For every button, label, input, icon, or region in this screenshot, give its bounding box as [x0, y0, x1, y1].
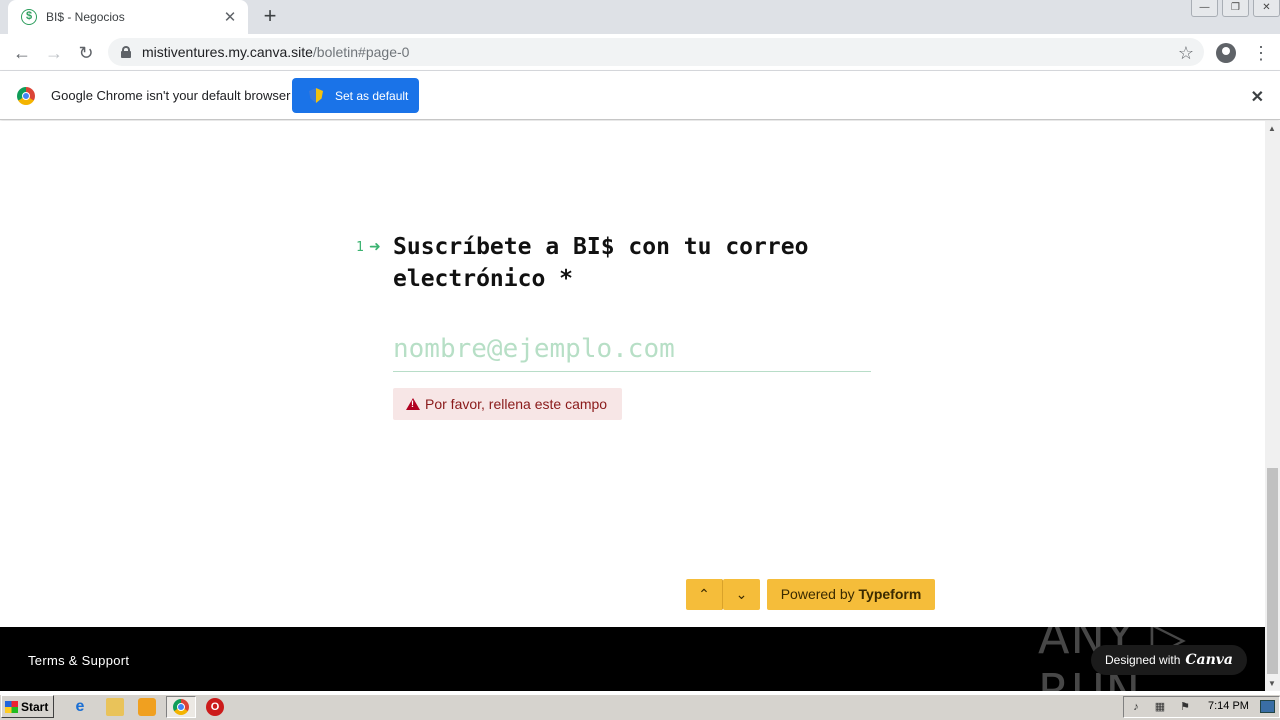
profile-avatar-icon[interactable] — [1216, 43, 1236, 63]
volume-icon[interactable]: ♪ — [1129, 700, 1143, 714]
back-icon[interactable]: ← — [8, 39, 36, 67]
question-title: Suscríbete a BI$ con tu correo electróni… — [393, 234, 809, 292]
start-button[interactable]: Start — [1, 695, 54, 718]
arrow-right-icon: ➜ — [369, 238, 381, 254]
opera-icon[interactable]: O — [206, 698, 224, 716]
new-tab-button[interactable]: + — [258, 4, 282, 28]
taskbar-chrome-button[interactable] — [166, 696, 196, 718]
previous-question-button[interactable]: ⌃ — [686, 579, 723, 610]
powered-by-typeform-link[interactable]: Powered by Typeform — [767, 579, 935, 610]
page-content — [0, 121, 1265, 627]
window-close-icon[interactable]: ✕ — [1253, 0, 1280, 17]
warning-icon — [406, 398, 420, 410]
start-label: Start — [21, 699, 49, 714]
internet-explorer-icon[interactable]: e — [71, 698, 89, 716]
infobar-close-icon[interactable]: ✕ — [1251, 87, 1264, 107]
action-center-flag-icon[interactable]: ⚑ — [1178, 700, 1192, 714]
url-host: mistiventures.my.canva.site — [142, 44, 313, 60]
error-message-box: Por favor, rellena este campo — [393, 388, 622, 420]
bookmark-star-icon[interactable]: ☆ — [1172, 39, 1200, 67]
tab-close-icon[interactable]: ✕ — [220, 8, 240, 26]
typeform-brand: Typeform — [858, 586, 922, 602]
file-explorer-icon[interactable] — [106, 698, 124, 716]
browser-toolbar: ← → ↻ mistiventures.my.canva.site/boleti… — [0, 34, 1280, 71]
url-path: /boletin#page-0 — [312, 44, 410, 60]
error-message: Por favor, rellena este campo — [425, 396, 608, 412]
minimize-icon[interactable]: — — [1191, 0, 1218, 17]
windows-logo-icon — [5, 700, 18, 713]
canva-logo: Canva — [1185, 652, 1233, 668]
address-bar[interactable]: mistiventures.my.canva.site/boletin#page… — [108, 38, 1204, 66]
question-number: 1 — [356, 240, 364, 255]
taskbar-clock[interactable]: 7:14 PM — [1208, 700, 1249, 712]
dollar-icon: $ — [21, 9, 37, 25]
chrome-icon — [173, 699, 189, 715]
tab-title: BI$ - Negocios — [46, 10, 125, 24]
designed-with-canva-badge[interactable]: Designed with Canva — [1091, 645, 1247, 675]
network-icon[interactable]: ▦ — [1153, 700, 1167, 714]
chrome-logo-icon — [17, 87, 35, 105]
browser-menu-icon[interactable]: ⋮ — [1252, 39, 1270, 67]
infobar-message: Google Chrome isn't your default browser — [51, 88, 291, 103]
forward-icon[interactable]: → — [40, 39, 68, 67]
lock-icon — [121, 46, 131, 58]
restore-icon[interactable]: ❐ — [1222, 0, 1249, 17]
email-field[interactable] — [393, 326, 871, 372]
media-player-icon[interactable] — [138, 698, 156, 716]
chevron-up-icon: ⌃ — [698, 586, 710, 602]
shield-icon — [309, 88, 323, 103]
default-browser-infobar: Google Chrome isn't your default browser… — [0, 71, 1280, 120]
set-as-default-button[interactable]: Set as default — [292, 78, 419, 113]
system-tray — [1123, 696, 1280, 718]
scroll-up-icon[interactable]: ▲ — [1268, 124, 1276, 133]
powered-prefix: Powered by — [780, 586, 855, 602]
designed-with-label: Designed with — [1105, 653, 1181, 667]
chevron-down-icon: ⌄ — [735, 586, 748, 602]
show-desktop-icon[interactable] — [1260, 700, 1275, 713]
set-as-default-label: Set as default — [335, 88, 409, 103]
window-controls: — ❐ ✕ — [1187, 0, 1280, 20]
browser-tab[interactable]: $ BI$ - Negocios ✕ — [8, 0, 248, 34]
next-question-button[interactable]: ⌄ — [723, 579, 760, 610]
reload-icon[interactable]: ↻ — [72, 39, 100, 67]
terms-support-link[interactable]: Terms & Support — [28, 653, 129, 668]
